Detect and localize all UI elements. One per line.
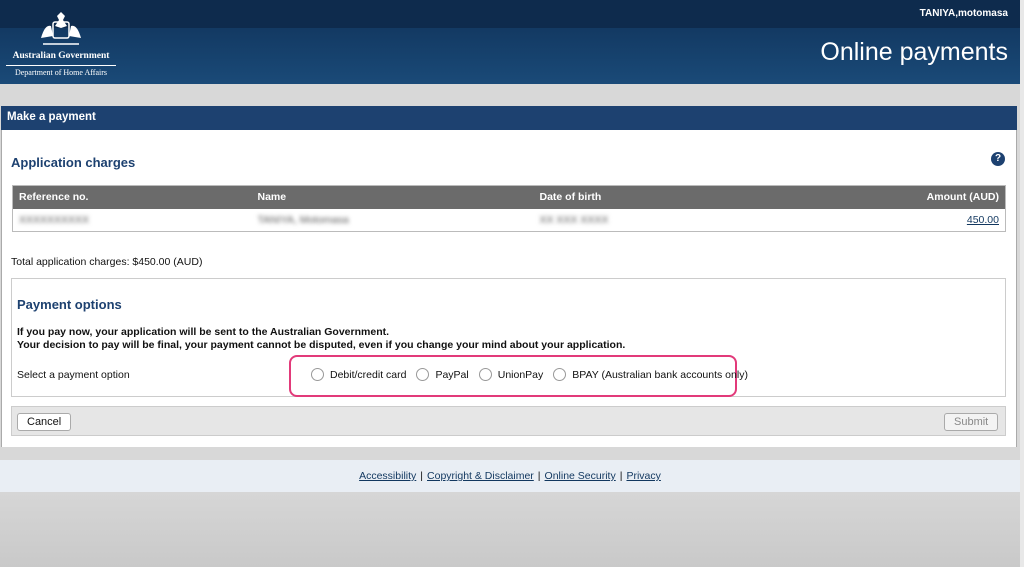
org-name: Australian Government <box>12 51 110 61</box>
column-dob: Date of birth <box>533 185 834 209</box>
action-bar <box>11 406 1006 436</box>
radio-debit-credit-card[interactable]: Debit/credit card <box>311 368 406 381</box>
department-name: Department of Home Affairs <box>6 65 116 77</box>
page-title: Online payments <box>820 38 1008 66</box>
scrollbar[interactable] <box>1020 0 1024 567</box>
date-of-birth: XX XXX XXXX <box>539 213 609 226</box>
site-header: Australian Government Department of Home… <box>0 0 1020 84</box>
footer-separator: | <box>420 470 424 482</box>
payment-warning: If you pay now, your application will be… <box>17 326 625 352</box>
footer-link-online-security[interactable]: Online Security <box>545 470 616 482</box>
cancel-button[interactable]: Cancel <box>17 413 72 431</box>
panel-title: Make a payment <box>1 106 1017 130</box>
table-header-row: Reference no. Name Date of birth Amount … <box>12 185 1006 209</box>
footer-separator: | <box>537 470 541 482</box>
help-icon[interactable]: ? <box>991 152 1005 166</box>
footer-link-copyright[interactable]: Copyright & Disclaimer <box>427 470 534 482</box>
page-background <box>0 492 1020 567</box>
coat-of-arms-icon <box>41 12 81 45</box>
radio-paypal[interactable]: PayPal <box>416 368 469 381</box>
total-charges: Total application charges: $450.00 (AUD) <box>11 256 203 268</box>
radio-label: BPAY (Australian bank accounts only) <box>572 368 748 381</box>
user-name: TANIYA,motomasa <box>919 8 1008 19</box>
radio-circle[interactable] <box>311 368 324 381</box>
warning-line-2: Your decision to pay will be final, your… <box>17 339 626 351</box>
radio-unionpay[interactable]: UnionPay <box>478 368 544 381</box>
applicant-name: TANIYA, Motomasa <box>257 213 349 226</box>
column-amount: Amount (AUD) <box>833 185 1006 209</box>
radio-label: UnionPay <box>497 368 544 381</box>
radio-bpay[interactable]: BPAY (Australian bank accounts only) <box>553 368 748 381</box>
footer-link-accessibility[interactable]: Accessibility <box>359 470 416 482</box>
government-logo: Australian Government Department of Home… <box>6 8 116 78</box>
submit-button[interactable]: Submit <box>944 413 999 431</box>
footer-separator: | <box>619 470 623 482</box>
column-name: Name <box>251 185 534 209</box>
charges-table: Reference no. Name Date of birth Amount … <box>12 185 1006 232</box>
reference-number: XXXXXXXXXX <box>19 213 90 226</box>
warning-line-1: If you pay now, your application will be… <box>17 326 390 338</box>
radio-circle[interactable] <box>478 368 492 381</box>
radio-label: PayPal <box>435 368 469 381</box>
radio-label: Debit/credit card <box>330 368 407 381</box>
radio-circle[interactable] <box>416 368 430 381</box>
footer: Accessibility | Copyright & Disclaimer | Onl… <box>0 460 1020 492</box>
application-charges-heading: Application charges <box>11 155 136 170</box>
payment-option-group: Debit/credit card PayPal UnionPay BPAY (… <box>311 368 758 381</box>
column-reference: Reference no. <box>12 185 252 209</box>
select-payment-label: Select a payment option <box>17 369 130 381</box>
payment-options-heading: Payment options <box>17 297 122 312</box>
amount-link[interactable]: 450.00 <box>967 214 999 226</box>
footer-link-privacy[interactable]: Privacy <box>626 470 660 482</box>
user-strip <box>0 0 1020 28</box>
table-row: XXXXXXXXXX TANIYA, Motomasa XX XXX XXXX … <box>13 209 1006 232</box>
radio-circle[interactable] <box>553 368 567 381</box>
